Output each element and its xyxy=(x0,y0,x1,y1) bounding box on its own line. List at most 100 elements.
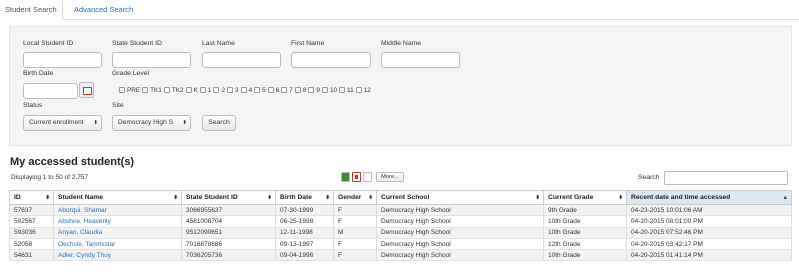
sort-icon: ⬍ xyxy=(173,195,178,201)
column-header[interactable]: Gender ⬍ xyxy=(333,190,377,205)
checkbox-icon[interactable] xyxy=(281,87,288,93)
checkbox-icon[interactable] xyxy=(213,87,220,93)
table-row[interactable]: 593036 Anyan, Claudia 9512090651 12-11-1998… xyxy=(9,227,792,239)
tab-advanced-search[interactable]: Advanced Search xyxy=(69,0,138,20)
sort-icon: ⬍ xyxy=(325,195,330,201)
grade-checkbox[interactable]: 8 xyxy=(294,86,307,94)
document-export-icon[interactable] xyxy=(363,172,372,182)
birth-date-input[interactable] xyxy=(23,83,78,99)
checkbox-icon[interactable] xyxy=(267,87,274,93)
sort-icon: ⬍ xyxy=(368,195,373,201)
table-row[interactable]: 52058 Oechsle, Tamrisstar 7016878686 09-13-… xyxy=(9,238,792,251)
table-cell: 04-20-2015 07:52:46 PM xyxy=(626,227,792,239)
column-header-label: State Student ID xyxy=(186,194,238,201)
checkbox-icon[interactable] xyxy=(185,87,192,93)
table-search-input[interactable] xyxy=(664,171,788,185)
column-header[interactable]: State Student ID ⬍ xyxy=(181,190,276,205)
state-student-id-input[interactable] xyxy=(112,52,191,68)
grade-checkbox[interactable]: 10 xyxy=(321,87,337,94)
checkbox-icon[interactable] xyxy=(163,87,170,93)
table-cell: 10th Grade xyxy=(543,227,627,239)
student-name-link[interactable]: Anyan, Claudia xyxy=(58,229,102,236)
checkbox-icon[interactable] xyxy=(199,87,206,93)
sort-icon: ⬍ xyxy=(618,195,623,201)
grade-checkbox[interactable]: 5 xyxy=(254,87,266,94)
student-name-link[interactable]: Oechsle, Tamrisstar xyxy=(58,241,115,248)
student-name-link[interactable]: Adler, Cyndy Thuy xyxy=(58,252,111,259)
table-search-label: Search xyxy=(638,174,660,181)
status-select[interactable]: Current enrollment ⬍ xyxy=(23,115,102,131)
grade-checkbox[interactable]: TK2 xyxy=(163,87,184,94)
table-cell: Democracy High School xyxy=(376,238,544,251)
grade-checkbox[interactable]: K xyxy=(185,87,198,94)
student-name-link[interactable]: Abshire, Heavenly xyxy=(58,218,111,225)
grade-level-label: Grade Level xyxy=(112,70,150,77)
checkbox-icon[interactable] xyxy=(321,87,328,93)
grade-checkbox[interactable]: 2 xyxy=(213,87,225,94)
checkbox-icon[interactable] xyxy=(308,87,315,93)
middle-name-input[interactable] xyxy=(381,52,460,68)
grade-checkbox[interactable]: 6 xyxy=(267,87,279,94)
more-button[interactable]: More... xyxy=(376,172,404,182)
grade-checkbox[interactable]: 11 xyxy=(339,87,354,94)
checkbox-icon[interactable] xyxy=(119,87,125,93)
column-header[interactable]: Student Name ⬍ xyxy=(53,190,182,205)
local-student-id-input[interactable] xyxy=(23,52,102,68)
excel-export-icon[interactable] xyxy=(341,172,350,182)
table-cell: 57637 xyxy=(9,204,54,217)
column-header[interactable]: ID ⬍ xyxy=(9,190,54,205)
checkbox-icon[interactable] xyxy=(339,87,346,93)
grade-checkbox[interactable]: 7 xyxy=(281,87,293,94)
column-header-label: ID xyxy=(14,194,21,201)
grade-checkbox[interactable]: TK1 xyxy=(142,87,162,94)
column-header[interactable]: Birth Date ⬍ xyxy=(275,190,334,205)
student-name-link[interactable]: Aborqui, Shamar xyxy=(58,207,107,214)
column-header[interactable]: Current School ⬍ xyxy=(376,190,544,205)
tab-student-search[interactable]: Student Search xyxy=(0,0,63,20)
column-header-label: Current School xyxy=(381,194,430,201)
table-cell: 10th Grade xyxy=(543,215,627,228)
grade-checkbox[interactable]: 9 xyxy=(308,87,320,94)
grade-checkbox[interactable]: 4 xyxy=(240,87,252,94)
table-cell: 4561008704 xyxy=(181,215,276,228)
table-cell: 12th Grade xyxy=(543,238,627,251)
table-cell: F xyxy=(333,249,377,262)
search-button[interactable]: Search xyxy=(202,115,236,131)
column-header[interactable]: Recent date and time accessed ▲ xyxy=(626,190,792,205)
site-select[interactable]: Democracy High S ⬍ xyxy=(112,115,191,131)
grade-checkbox[interactable]: 1 xyxy=(199,87,211,94)
select-arrow-icon: ⬍ xyxy=(182,120,187,126)
last-name-label: Last Name xyxy=(202,40,235,47)
table-cell: 04-20-2015 01:41:14 PM xyxy=(626,249,792,262)
checkbox-icon[interactable] xyxy=(355,87,362,93)
table-cell: Anyan, Claudia xyxy=(53,227,182,239)
column-header[interactable]: Current Grade ⬍ xyxy=(543,190,627,205)
pdf-export-icon[interactable] xyxy=(352,172,361,182)
table-cell: 04-20-2015 08:01:00 PM xyxy=(626,215,792,228)
checkbox-icon[interactable] xyxy=(254,87,261,93)
checkbox-icon[interactable] xyxy=(240,87,247,93)
table-cell: 54631 xyxy=(9,249,54,262)
search-panel: Local Student ID State Student ID Last N… xyxy=(9,26,792,146)
grade-checkbox[interactable]: 3 xyxy=(227,87,239,94)
grade-checkbox[interactable]: PRE xyxy=(119,87,140,94)
table-row[interactable]: 592567 Abshire, Heavenly 4561008704 06-25-1… xyxy=(9,215,792,228)
checkbox-icon[interactable] xyxy=(227,87,233,93)
table-row[interactable]: 57637 Aborqui, Shamar 3066955637 07-30-1999… xyxy=(9,204,792,217)
checkbox-icon[interactable] xyxy=(142,87,149,93)
table-cell: 10th Grade xyxy=(543,249,627,262)
last-name-input[interactable] xyxy=(202,52,281,68)
birth-date-label: Birth Date xyxy=(23,70,54,77)
grade-checkbox[interactable]: 12 xyxy=(355,87,371,94)
table-cell: M xyxy=(333,227,377,239)
table-row[interactable]: 54631 Adler, Cyndy Thuy 7036205736 09-04-19… xyxy=(9,249,792,262)
table-cell: Adler, Cyndy Thuy xyxy=(53,249,182,262)
table-cell: 592567 xyxy=(9,215,54,228)
table-cell: Democracy High School xyxy=(376,227,544,239)
grade-checkbox-label: 8 xyxy=(302,86,307,94)
checkbox-icon[interactable] xyxy=(294,87,301,93)
table-cell: 3066955637 xyxy=(181,204,276,217)
site-select-value: Democracy High S xyxy=(118,119,173,126)
first-name-input[interactable] xyxy=(291,52,371,68)
calendar-icon[interactable] xyxy=(79,82,94,98)
